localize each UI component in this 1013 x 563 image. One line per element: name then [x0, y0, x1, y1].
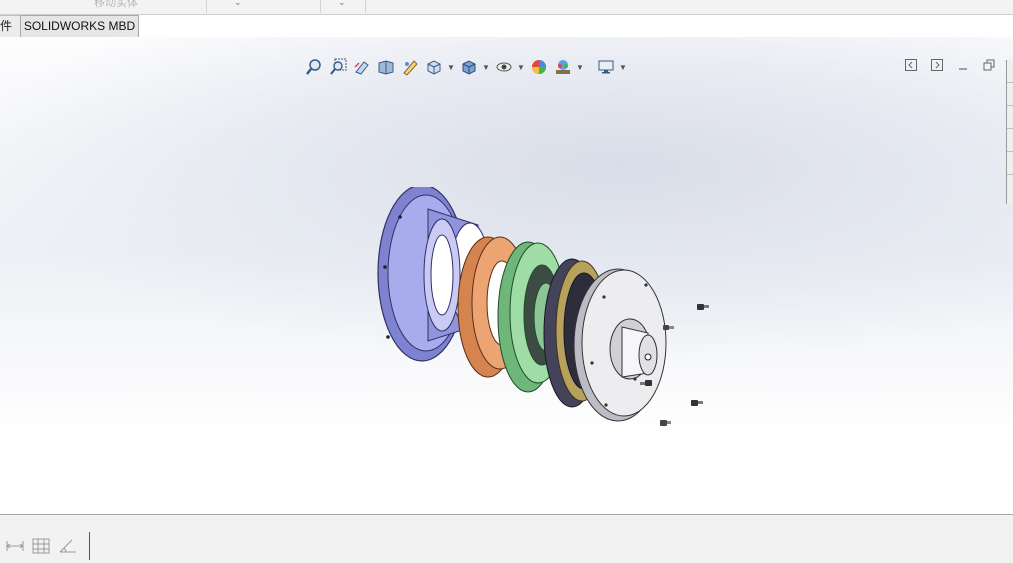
section-view-icon[interactable] — [375, 57, 396, 78]
task-pane-tab[interactable] — [1007, 83, 1013, 106]
view-settings-icon[interactable] — [595, 57, 616, 78]
dynamic-annotation-views-icon[interactable] — [399, 57, 420, 78]
task-pane-tabs — [1006, 60, 1013, 204]
move-body-label: 移动实体 — [94, 0, 138, 9]
zoom-to-fit-icon[interactable] — [303, 57, 324, 78]
tab-assembly[interactable]: 件 — [0, 15, 21, 38]
hide-show-items-icon[interactable] — [493, 57, 514, 78]
ribbon-separator — [206, 0, 207, 13]
grid-icon[interactable] — [31, 537, 51, 555]
screw-part[interactable] — [697, 304, 709, 310]
view-orientation-icon[interactable] — [423, 57, 444, 78]
end-plate-part[interactable] — [573, 268, 667, 422]
task-pane-tab[interactable] — [1007, 152, 1013, 175]
minimize-icon[interactable] — [953, 57, 973, 73]
status-bar — [0, 514, 1013, 563]
window-controls — [901, 57, 1013, 73]
chevron-down-icon[interactable]: ▼ — [482, 63, 490, 72]
angle-icon[interactable] — [58, 537, 78, 555]
chevron-down-icon[interactable]: ▼ — [619, 63, 627, 72]
zoom-to-area-icon[interactable] — [327, 57, 348, 78]
heads-up-view-toolbar: ▼ ▼ ▼ ▼ ▼ — [303, 56, 627, 78]
ribbon-separator — [320, 0, 321, 13]
exploded-assembly-model[interactable] — [360, 184, 720, 452]
screw-part[interactable] — [691, 400, 703, 406]
chevron-down-icon[interactable]: ▼ — [517, 63, 525, 72]
screw-part[interactable] — [660, 420, 671, 426]
edit-appearance-icon[interactable] — [528, 57, 549, 78]
chevron-down-icon[interactable]: ⌄ — [338, 0, 346, 8]
tile-left-icon[interactable] — [901, 57, 921, 73]
display-style-icon[interactable] — [458, 57, 479, 78]
status-divider — [89, 532, 90, 560]
top-ribbon-strip: 移动实体 ⌄ ⌄ — [0, 0, 1013, 15]
screw-part[interactable] — [663, 325, 674, 330]
tile-right-icon[interactable] — [927, 57, 947, 73]
chevron-down-icon[interactable]: ▼ — [576, 63, 584, 72]
task-pane-tab[interactable] — [1007, 175, 1013, 197]
task-pane-tab[interactable] — [1007, 129, 1013, 152]
apply-scene-icon[interactable] — [552, 57, 573, 78]
chevron-down-icon[interactable]: ▼ — [447, 63, 455, 72]
previous-view-icon[interactable] — [351, 57, 372, 78]
dimension-icon[interactable] — [5, 537, 25, 555]
tab-solidworks-mbd[interactable]: SOLIDWORKS MBD — [20, 15, 139, 38]
task-pane-tab[interactable] — [1007, 106, 1013, 129]
graphics-area[interactable]: ▼ ▼ ▼ ▼ ▼ — [0, 37, 1013, 514]
chevron-down-icon[interactable]: ⌄ — [234, 0, 242, 8]
task-pane-tab[interactable] — [1007, 60, 1013, 83]
ribbon-separator — [365, 0, 366, 13]
restore-icon[interactable] — [979, 57, 999, 73]
